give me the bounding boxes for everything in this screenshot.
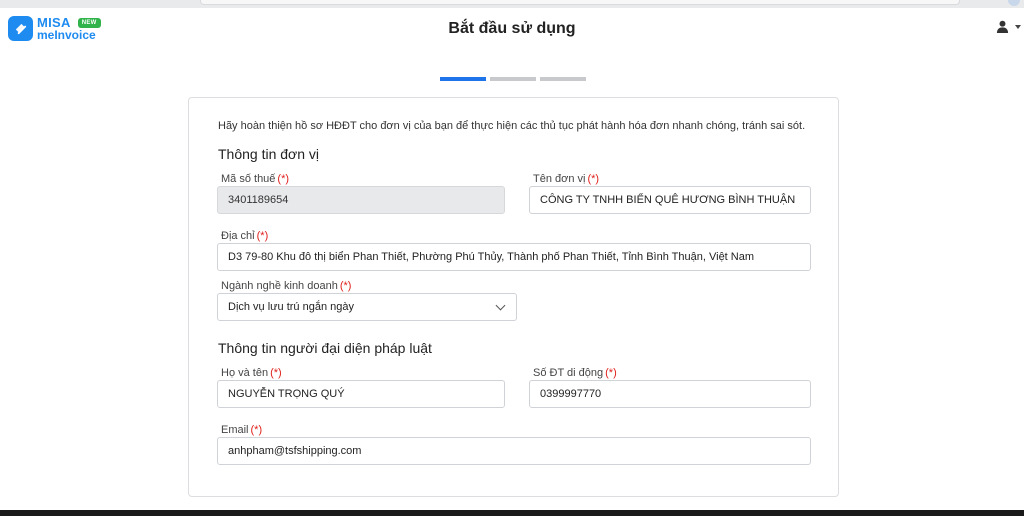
business-line-label: Ngành nghề kinh doanh (*) [221,280,352,292]
step-2 [490,77,536,81]
mobile-field[interactable]: 0399997770 [529,380,811,408]
user-icon [996,20,1009,33]
tax-code-field[interactable]: 3401189654 [217,186,505,214]
top-avatar-dot [1008,0,1020,6]
profile-form-card: Hãy hoàn thiện hồ sơ HĐĐT cho đơn vị của… [188,97,839,497]
full-name-label: Họ và tên (*) [221,367,282,379]
user-menu[interactable] [996,20,1021,33]
business-line-select[interactable]: Dịch vụ lưu trú ngắn ngày [217,293,517,321]
tax-code-label: Mã số thuế (*) [221,173,290,185]
progress-stepper [440,77,590,81]
caret-down-icon [1015,24,1021,29]
page-title: Bắt đầu sử dụng [448,20,576,37]
address-field[interactable]: D3 79-80 Khu đô thị biển Phan Thiết, Phư… [217,243,811,271]
form-intro: Hãy hoàn thiện hồ sơ HĐĐT cho đơn vị của… [218,120,806,132]
chevron-down-icon [495,300,506,310]
browser-top-strip [0,0,1024,8]
unit-section-title: Thông tin đơn vị [218,146,320,162]
rep-section-title: Thông tin người đại diện pháp luật [218,340,432,356]
bottom-bar [0,510,1024,516]
step-1 [440,77,486,81]
email-label: Email (*) [221,424,263,436]
top-bar-pill [200,0,960,5]
address-label: Địa chỉ (*) [221,230,269,242]
full-name-field[interactable]: NGUYỄN TRỌNG QUÝ [217,380,505,408]
business-line-value: Dịch vụ lưu trú ngắn ngày [228,301,354,313]
step-3 [540,77,586,81]
unit-name-field[interactable]: CÔNG TY TNHH BIỂN QUÊ HƯƠNG BÌNH THUẬN [529,186,811,214]
unit-name-label: Tên đơn vị (*) [533,173,600,185]
mobile-label: Số ĐT di động (*) [533,367,617,379]
email-field[interactable]: anhpham@tsfshipping.com [217,437,811,465]
